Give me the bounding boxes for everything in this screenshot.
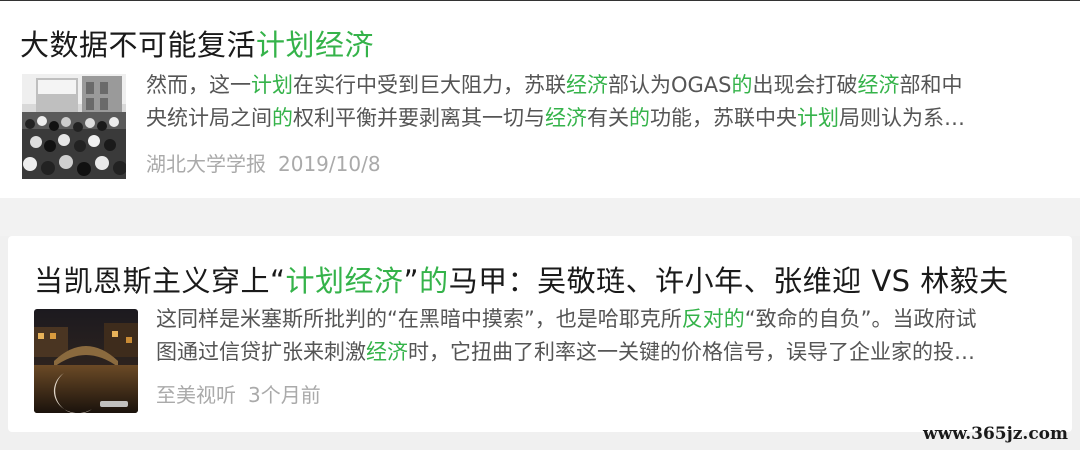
article-summary: 这同样是米塞斯所批判的“在黑暗中摸索”，也是哈耶克所反对的“致命的自负”。当政府… <box>156 303 977 369</box>
text-segment: “致命的自负”。当政府试 <box>744 307 977 331</box>
text-segment: 局则认为系… <box>839 106 965 130</box>
text-segment: 这同样是米塞斯所批判的“在黑暗中摸索”，也是哈耶克所 <box>156 307 682 331</box>
article-date: 2019/10/8 <box>278 152 381 176</box>
highlighted-keyword: 的 <box>272 106 293 130</box>
article-card[interactable]: 大数据不可能复活计划经济 然而，这一计划在实行中受到巨大阻力，苏联经济部认为OG… <box>0 1 1080 198</box>
article-date: 3个月前 <box>248 383 321 407</box>
highlighted-keyword: 计划经济 <box>285 264 404 298</box>
article-title-link[interactable]: 当凯恩斯主义穿上“计划经济”的马甲：吴敬琏、许小年、张维迎 VS 林毅夫 <box>34 258 1009 300</box>
text-segment: 在实行中受到巨大阻力，苏联 <box>293 73 566 97</box>
text-segment: 当凯恩斯主义穿上“ <box>34 264 286 298</box>
article-thumbnail[interactable] <box>34 309 138 413</box>
site-watermark: www.365jz.com <box>923 424 1068 444</box>
crowd-photo-image <box>22 74 126 179</box>
highlighted-keyword: 经济 <box>857 73 900 97</box>
text-segment: 功能，苏联中央 <box>650 106 797 130</box>
highlighted-keyword: 的 <box>629 106 650 130</box>
article-card[interactable]: 当凯恩斯主义穿上“计划经济”的马甲：吴敬琏、许小年、张维迎 VS 林毅夫 这同样… <box>8 236 1072 432</box>
article-meta: 至美视听 3个月前 <box>156 379 321 408</box>
text-segment: 图通过信贷扩张来刺激 <box>156 340 366 364</box>
night-canal-image <box>34 309 138 413</box>
highlighted-keyword: 反对的 <box>681 307 745 331</box>
text-segment: 马甲：吴敬琏、许小年、张维迎 VS 林毅夫 <box>448 264 1009 298</box>
highlighted-keyword: 计划经济 <box>256 28 375 62</box>
card-separator <box>0 198 1080 236</box>
highlighted-keyword: 的 <box>419 264 449 298</box>
text-segment: 权利平衡并要剥离其一切与 <box>293 106 545 130</box>
article-title-link[interactable]: 大数据不可能复活计划经济 <box>20 22 374 64</box>
article-summary: 然而，这一计划在实行中受到巨大阻力，苏联经济部认为OGAS的出现会打破经济部和中… <box>146 69 965 135</box>
text-segment: 时，它扭曲了利率这一关键的价格信号，误导了企业家的投… <box>408 340 975 364</box>
article-thumbnail[interactable] <box>22 74 126 179</box>
text-segment: 大数据不可能复活 <box>20 28 257 62</box>
text-segment: 有关 <box>587 106 629 130</box>
highlighted-keyword: 的 <box>731 73 753 97</box>
article-source: 至美视听 <box>156 383 236 407</box>
text-segment: 出现会打破 <box>752 73 858 97</box>
text-segment: ” <box>403 264 420 298</box>
highlighted-keyword: 计划 <box>797 106 839 130</box>
text-segment: 央统计局之间 <box>146 106 272 130</box>
text-segment: 然而，这一 <box>146 73 251 97</box>
text-segment: 部认为OGAS <box>608 73 732 97</box>
article-meta: 湖北大学学报 2019/10/8 <box>146 148 381 177</box>
highlighted-keyword: 经济 <box>545 106 587 130</box>
highlighted-keyword: 计划 <box>251 73 293 97</box>
highlighted-keyword: 经济 <box>366 340 408 364</box>
highlighted-keyword: 经济 <box>566 73 608 97</box>
article-source: 湖北大学学报 <box>146 152 266 176</box>
text-segment: 部和中 <box>899 73 963 97</box>
